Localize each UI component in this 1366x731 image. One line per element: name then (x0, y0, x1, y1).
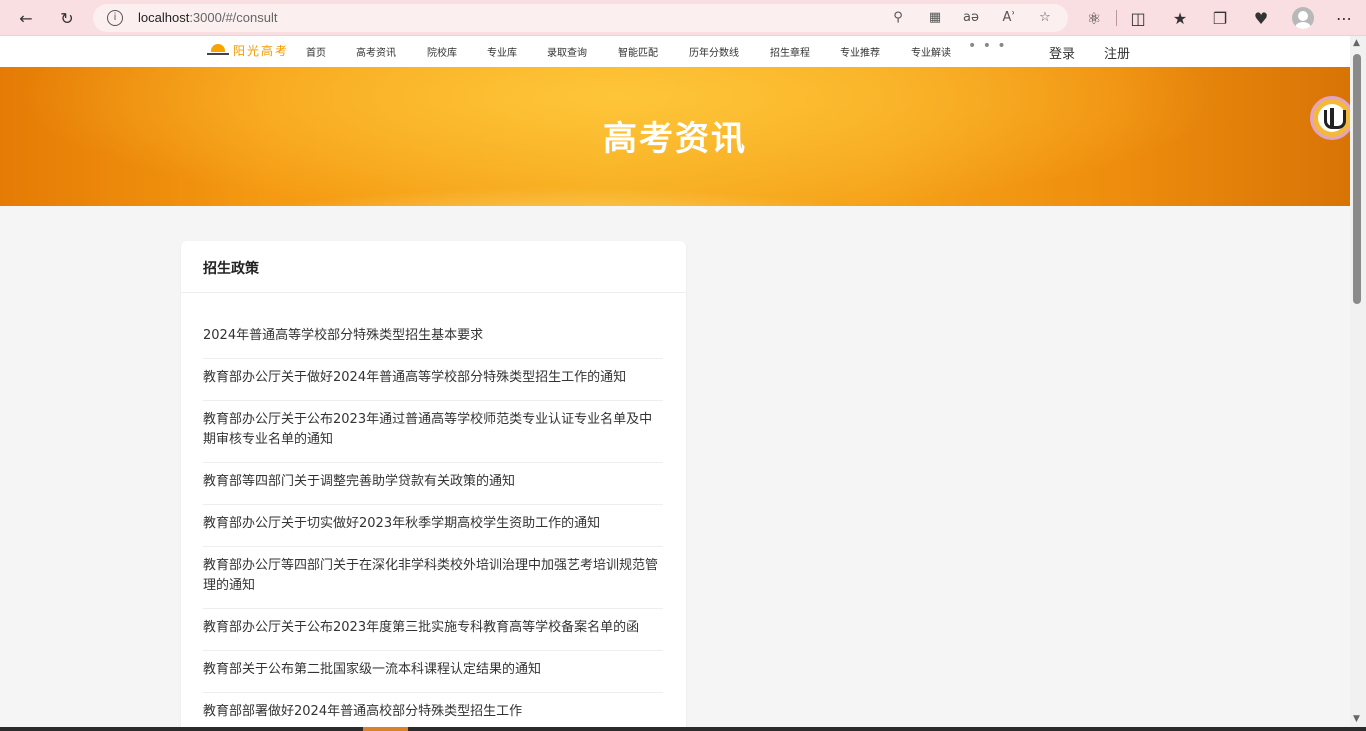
refresh-icon[interactable]: ↻ (55, 6, 79, 30)
nav-item-admission-query[interactable]: 录取查询 (547, 44, 587, 59)
scroll-up-icon[interactable]: ▲ (1353, 38, 1360, 48)
browser-toolbar: ← ↻ i localhost:3000/#/consult ⚲ ▦ aə Aʾ… (0, 0, 1366, 36)
nav-more-button[interactable]: • • • (968, 38, 1007, 54)
scrollbar-thumb[interactable] (1353, 54, 1361, 304)
list-item[interactable]: 教育部办公厅关于公布2023年通过普通高等学校师范类专业认证专业名单及中期审核专… (203, 401, 663, 463)
nav-item-major-explain[interactable]: 专业解读 (911, 44, 951, 59)
banner-title: 高考资讯 (603, 119, 747, 159)
split-screen-icon[interactable]: ◫ (1126, 6, 1150, 30)
toolbar-separator (1116, 10, 1117, 26)
assistant-icon (1318, 104, 1346, 132)
site-navbar: 阳光高考 首页 高考资讯 院校库 专业库 录取查询 智能匹配 历年分数线 招生章… (0, 36, 1350, 67)
favorites-icon[interactable]: ★ (1168, 6, 1192, 30)
sun-logo-icon (206, 41, 230, 59)
key-icon[interactable]: ⚲ (888, 8, 908, 28)
scroll-down-icon[interactable]: ▼ (1353, 714, 1360, 724)
info-icon[interactable]: i (107, 10, 123, 26)
list-item[interactable]: 2024年普通高等学校部分特殊类型招生基本要求 (203, 317, 663, 359)
nav-item-major-recommend[interactable]: 专业推荐 (840, 44, 880, 59)
taskbar-edge (0, 727, 1366, 731)
more-icon[interactable]: ⋯ (1332, 6, 1356, 30)
apps-icon[interactable]: ▦ (925, 8, 945, 28)
nav-item-news[interactable]: 高考资讯 (356, 44, 396, 59)
register-link[interactable]: 注册 (1104, 43, 1130, 62)
policy-card-title: 招生政策 (203, 261, 259, 277)
login-link[interactable]: 登录 (1049, 43, 1075, 62)
logo-text: 阳光高考 (233, 43, 290, 58)
extensions-icon[interactable]: ⚛ (1082, 6, 1106, 30)
back-icon[interactable]: ← (14, 6, 38, 30)
floating-assistant-button[interactable] (1310, 96, 1354, 140)
policy-card-header: 招生政策 (181, 241, 686, 293)
favorite-icon[interactable]: ☆ (1035, 8, 1055, 28)
policy-card: 招生政策 2024年普通高等学校部分特殊类型招生基本要求 教育部办公厅关于做好2… (181, 241, 686, 731)
profile-icon[interactable] (1292, 7, 1314, 29)
collections-icon[interactable]: ❐ (1208, 6, 1232, 30)
nav-item-home[interactable]: 首页 (306, 44, 326, 59)
nav-item-admission-rules[interactable]: 招生章程 (770, 44, 810, 59)
taskbar-accent (363, 727, 408, 731)
policy-list: 2024年普通高等学校部分特殊类型招生基本要求 教育部办公厅关于做好2024年普… (203, 317, 663, 731)
list-item[interactable]: 教育部办公厅关于做好2024年普通高等学校部分特殊类型招生工作的通知 (203, 359, 663, 401)
list-item[interactable]: 教育部办公厅等四部门关于在深化非学科类校外培训治理中加强艺考培训规范管理的通知 (203, 547, 663, 609)
browser-essentials-icon[interactable]: ♥ (1249, 6, 1273, 30)
list-item[interactable]: 教育部办公厅关于切实做好2023年秋季学期高校学生资助工作的通知 (203, 505, 663, 547)
page-banner: 高考资讯 (0, 67, 1350, 206)
site-logo[interactable]: 阳光高考 (206, 41, 289, 59)
nav-item-score-lines[interactable]: 历年分数线 (689, 44, 739, 59)
nav-item-smart-match[interactable]: 智能匹配 (618, 44, 658, 59)
read-aloud-icon[interactable]: Aʾ (999, 8, 1019, 28)
address-bar[interactable]: i localhost:3000/#/consult ⚲ ▦ aə Aʾ ☆ (93, 4, 1068, 32)
nav-item-majors[interactable]: 专业库 (487, 44, 517, 59)
nav-item-colleges[interactable]: 院校库 (427, 44, 457, 59)
list-item[interactable]: 教育部等四部门关于调整完善助学贷款有关政策的通知 (203, 463, 663, 505)
list-item[interactable]: 教育部部署做好2024年普通高校部分特殊类型招生工作 (203, 693, 663, 731)
translate-icon[interactable]: aə (961, 8, 981, 28)
list-item[interactable]: 教育部关于公布第二批国家级一流本科课程认定结果的通知 (203, 651, 663, 693)
url-text: localhost:3000/#/consult (138, 10, 278, 25)
list-item[interactable]: 教育部办公厅关于公布2023年度第三批实施专科教育高等学校备案名单的函 (203, 609, 663, 651)
